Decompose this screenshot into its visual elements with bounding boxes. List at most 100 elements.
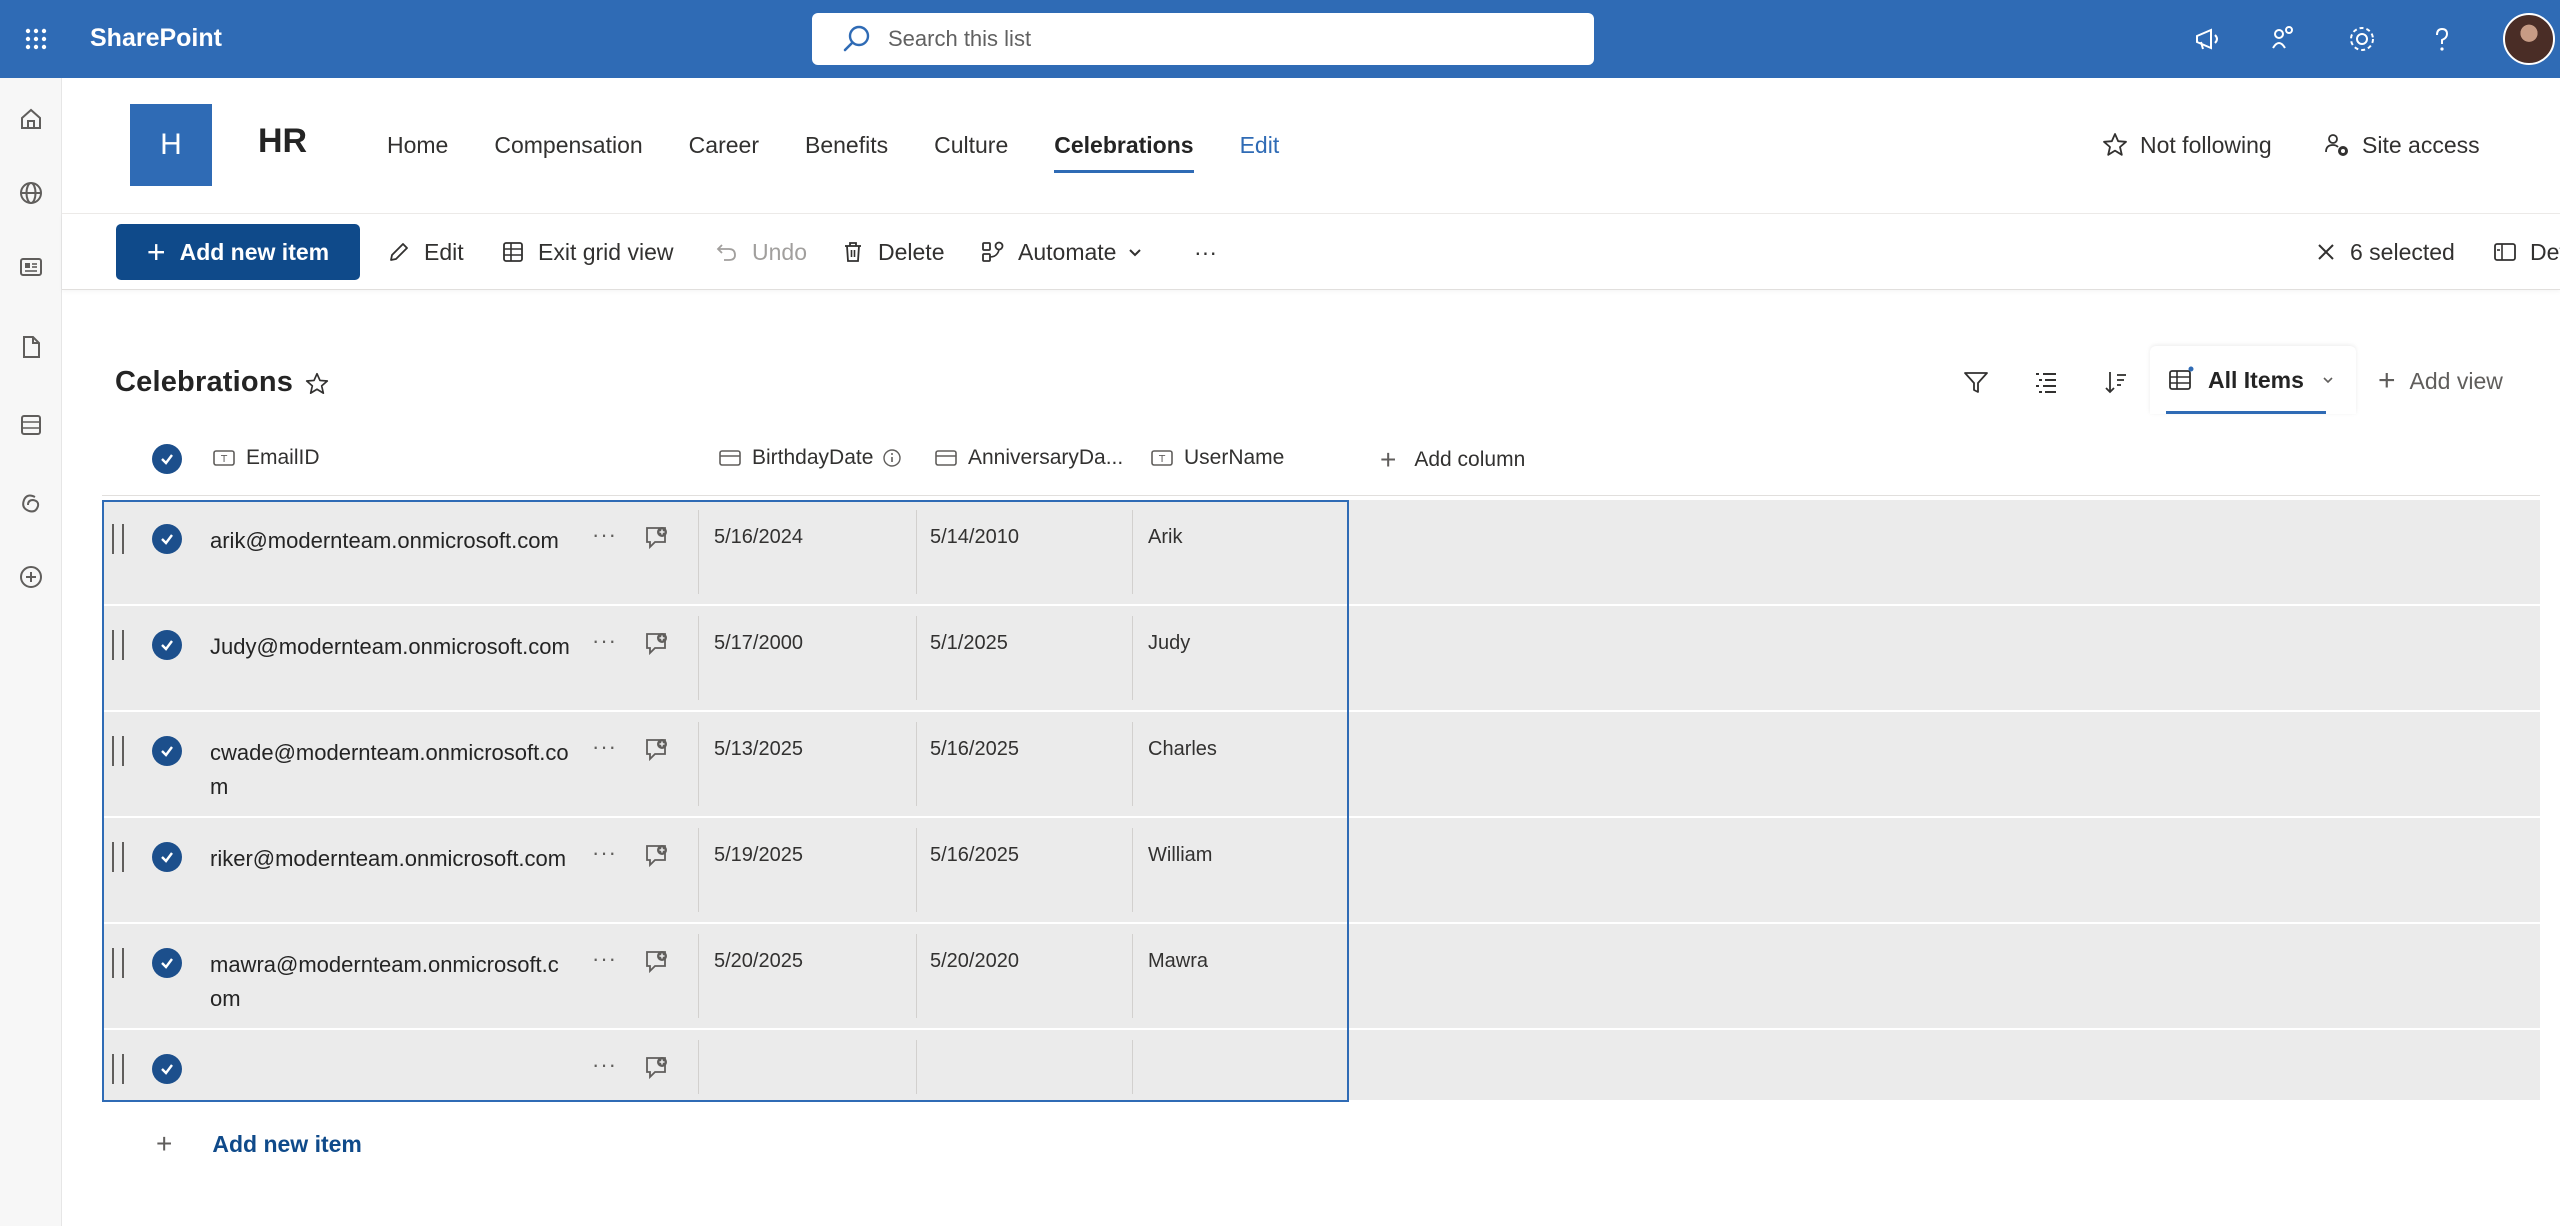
add-column-button[interactable]: + Add column (1380, 446, 1525, 474)
undo-button[interactable]: Undo (714, 236, 807, 268)
email-cell[interactable]: riker@modernteam.onmicrosoft.com (210, 842, 570, 876)
row-more-button[interactable]: ··· (592, 522, 617, 548)
add-new-item-button[interactable]: + Add new item (116, 224, 360, 280)
drag-handle[interactable] (112, 842, 124, 872)
comment-icon[interactable] (642, 628, 674, 660)
nav-culture[interactable]: Culture (934, 132, 1008, 172)
birthday-cell[interactable]: 5/16/2024 (714, 526, 803, 549)
birthday-cell[interactable]: 5/13/2025 (714, 738, 803, 761)
column-header-username[interactable]: T UserName (1150, 446, 1284, 470)
email-cell[interactable]: mawra@modernteam.onmicrosoft.com (210, 948, 570, 1016)
email-cell[interactable]: cwade@modernteam.onmicrosoft.com (210, 736, 570, 804)
birthday-cell[interactable]: 5/20/2025 (714, 950, 803, 973)
row-more-button[interactable]: ··· (592, 840, 617, 866)
gear-icon[interactable] (2340, 17, 2384, 61)
comment-icon[interactable] (642, 946, 674, 978)
help-icon[interactable] (2420, 17, 2464, 61)
nav-compensation[interactable]: Compensation (494, 132, 642, 172)
anniversary-cell[interactable]: 5/20/2020 (930, 950, 1019, 973)
table-row[interactable]: arik@modernteam.onmicrosoft.com ··· 5/16… (102, 500, 2540, 606)
row-checkbox[interactable] (152, 630, 182, 660)
drag-handle[interactable] (112, 736, 124, 766)
list-icon[interactable] (10, 404, 52, 446)
view-selector[interactable]: All Items (2150, 346, 2356, 414)
share-icon[interactable] (2262, 17, 2306, 61)
list-title[interactable]: Celebrations (115, 366, 293, 399)
email-cell[interactable]: Judy@modernteam.onmicrosoft.com (210, 630, 570, 664)
add-new-item-link[interactable]: + Add new item (156, 1128, 362, 1160)
nav-home[interactable]: Home (387, 132, 448, 172)
comment-icon[interactable] (642, 1052, 674, 1084)
app-launcher-icon[interactable] (14, 17, 58, 61)
username-cell[interactable]: William (1148, 844, 1212, 867)
globe-icon[interactable] (10, 172, 52, 214)
row-checkbox[interactable] (152, 842, 182, 872)
document-icon[interactable] (10, 326, 52, 368)
site-logo[interactable]: H (130, 104, 212, 186)
birthday-cell[interactable]: 5/19/2025 (714, 844, 803, 867)
comment-icon[interactable] (642, 734, 674, 766)
row-more-button[interactable]: ··· (592, 1052, 617, 1078)
row-checkbox[interactable] (152, 736, 182, 766)
table-row[interactable]: ··· (102, 1030, 2540, 1102)
drag-handle[interactable] (112, 630, 124, 660)
news-icon[interactable] (10, 246, 52, 288)
more-commands-button[interactable]: ··· (1194, 236, 1217, 268)
group-by-icon[interactable] (2028, 364, 2064, 400)
username-cell[interactable]: Arik (1148, 526, 1182, 549)
details-button[interactable]: Details (2492, 236, 2560, 268)
drag-handle[interactable] (112, 948, 124, 978)
row-checkbox[interactable] (152, 524, 182, 554)
table-row[interactable]: riker@modernteam.onmicrosoft.com ··· 5/1… (102, 818, 2540, 924)
select-all-checkbox[interactable] (152, 444, 182, 474)
row-checkbox[interactable] (152, 1054, 182, 1084)
drag-handle[interactable] (112, 524, 124, 554)
comment-icon[interactable] (642, 522, 674, 554)
search-box[interactable] (812, 13, 1594, 65)
avatar[interactable] (2503, 13, 2555, 65)
loop-icon[interactable] (10, 482, 52, 524)
favorite-star-icon[interactable] (303, 370, 331, 398)
row-more-button[interactable]: ··· (592, 628, 617, 654)
exit-grid-view-button[interactable]: Exit grid view (500, 236, 673, 268)
anniversary-cell[interactable]: 5/16/2025 (930, 738, 1019, 761)
add-circle-icon[interactable] (10, 556, 52, 598)
row-more-button[interactable]: ··· (592, 734, 617, 760)
table-row[interactable]: mawra@modernteam.onmicrosoft.com ··· 5/2… (102, 924, 2540, 1030)
nav-benefits[interactable]: Benefits (805, 132, 888, 172)
row-checkbox[interactable] (152, 948, 182, 978)
drag-handle[interactable] (112, 1054, 124, 1084)
nav-edit[interactable]: Edit (1240, 132, 1280, 172)
search-input[interactable] (888, 26, 1488, 52)
megaphone-icon[interactable] (2186, 17, 2230, 61)
edit-button[interactable]: Edit (386, 236, 464, 268)
anniversary-cell[interactable]: 5/1/2025 (930, 632, 1008, 655)
filter-icon[interactable] (1958, 364, 1994, 400)
birthday-cell[interactable]: 5/17/2000 (714, 632, 803, 655)
table-row[interactable]: Judy@modernteam.onmicrosoft.com ··· 5/17… (102, 606, 2540, 712)
automate-button[interactable]: Automate (980, 236, 1144, 268)
username-cell[interactable]: Charles (1148, 738, 1217, 761)
username-cell[interactable]: Judy (1148, 632, 1190, 655)
column-header-anniversary[interactable]: AnniversaryDa... (934, 446, 1123, 470)
username-cell[interactable]: Mawra (1148, 950, 1208, 973)
comment-icon[interactable] (642, 840, 674, 872)
column-header-birthday[interactable]: BirthdayDate (718, 446, 903, 470)
sort-icon[interactable] (2098, 364, 2134, 400)
home-icon[interactable] (10, 98, 52, 140)
site-title[interactable]: HR (258, 122, 307, 161)
clear-selection-button[interactable]: 6 selected (2314, 236, 2455, 268)
nav-celebrations[interactable]: Celebrations (1054, 132, 1194, 173)
follow-button[interactable]: Not following (2100, 130, 2272, 160)
anniversary-cell[interactable]: 5/14/2010 (930, 526, 1019, 549)
email-cell[interactable]: arik@modernteam.onmicrosoft.com (210, 524, 570, 558)
add-view-button[interactable]: + Add view (2378, 366, 2503, 396)
nav-career[interactable]: Career (689, 132, 759, 172)
delete-button[interactable]: Delete (840, 236, 944, 268)
table-row[interactable]: cwade@modernteam.onmicrosoft.com ··· 5/1… (102, 712, 2540, 818)
row-more-button[interactable]: ··· (592, 946, 617, 972)
site-access-button[interactable]: Site access (2322, 130, 2480, 160)
brand-name[interactable]: SharePoint (90, 24, 222, 53)
column-header-email[interactable]: T EmailID (212, 446, 320, 470)
anniversary-cell[interactable]: 5/16/2025 (930, 844, 1019, 867)
